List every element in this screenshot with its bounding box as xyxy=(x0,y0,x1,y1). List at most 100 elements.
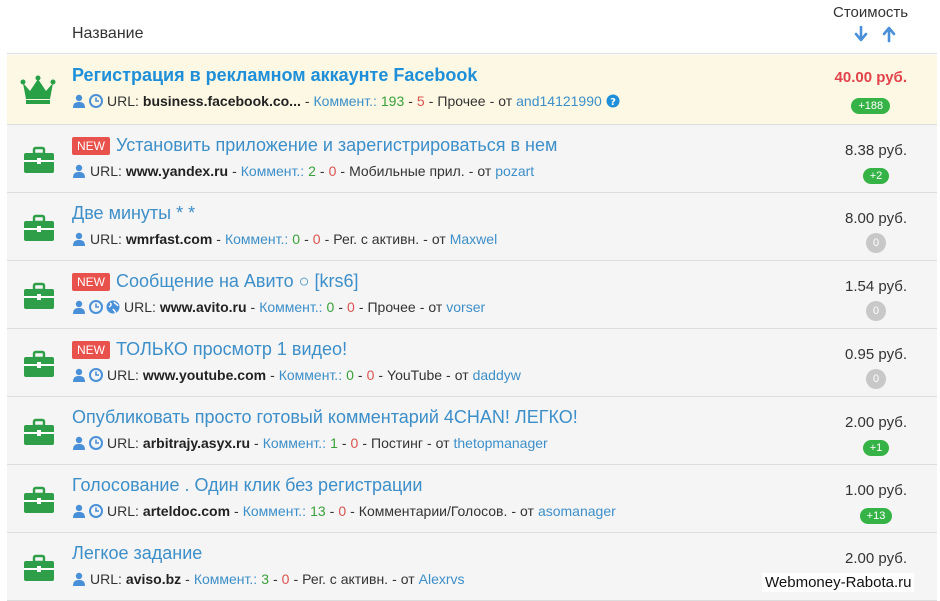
positive-count: 0 xyxy=(292,231,301,247)
task-title-link[interactable]: Опубликовать просто готовый комментарий … xyxy=(72,407,578,428)
comments-label[interactable]: Коммент.: xyxy=(263,435,326,451)
separator: - xyxy=(270,367,275,383)
author-link[interactable]: thetopmanager xyxy=(454,435,548,451)
clock-icon xyxy=(89,368,103,382)
author-link[interactable]: vorser xyxy=(446,299,485,315)
comments-label[interactable]: Коммент.: xyxy=(259,299,322,315)
separator: - xyxy=(216,231,221,247)
separator: - xyxy=(428,93,434,109)
separator: - xyxy=(304,231,309,247)
task-category: Прочее xyxy=(367,299,416,315)
task-title-link[interactable]: Установить приложение и зарегистрировать… xyxy=(116,135,557,156)
completed-count-badge: 0 xyxy=(866,369,887,389)
url-label: URL: xyxy=(90,571,122,587)
comments-label[interactable]: Коммент.: xyxy=(243,503,306,519)
from-label: от xyxy=(454,367,469,383)
task-category: Прочее xyxy=(437,93,486,109)
separator: - xyxy=(338,299,344,315)
task-category: Рег. с активн. xyxy=(333,231,420,247)
comments-label[interactable]: Коммент.: xyxy=(225,231,288,247)
sort-asc-arrow-icon[interactable] xyxy=(881,25,897,43)
task-title-link[interactable]: Легкое задание xyxy=(72,543,202,564)
briefcase-icon xyxy=(22,281,56,311)
task-category: Мобильные прил. xyxy=(349,163,465,179)
task-meta: URL: business.facebook.co... - Коммент.: 193… xyxy=(72,93,620,109)
task-price: 1.00 руб. xyxy=(845,482,907,499)
task-url: aviso.bz xyxy=(125,571,182,587)
separator: - xyxy=(419,299,425,315)
separator: - xyxy=(358,299,364,315)
completed-count-badge: +1 xyxy=(862,440,890,456)
comments-label[interactable]: Коммент.: xyxy=(194,571,257,587)
user-icon xyxy=(72,164,86,178)
positive-count: 1 xyxy=(330,435,338,451)
negative-count: 0 xyxy=(312,231,321,247)
author-link[interactable]: asomanager xyxy=(538,503,616,519)
task-list: Регистрация в рекламном аккаунте Faceboo… xyxy=(7,55,937,601)
separator: - xyxy=(446,367,451,383)
separator: - xyxy=(254,435,259,451)
positive-count: 13 xyxy=(310,503,326,519)
task-category: YouTube xyxy=(387,367,443,383)
task-url: business.facebook.co... xyxy=(142,93,301,109)
briefcase-icon xyxy=(22,553,56,583)
positive-count: 3 xyxy=(261,571,269,587)
task-title-line: Две минуты * * xyxy=(72,203,195,224)
author-link[interactable]: Maxwel xyxy=(450,231,497,247)
new-badge: NEW xyxy=(72,272,110,291)
url-label: URL: xyxy=(90,163,122,179)
task-price: 2.00 руб. xyxy=(845,414,907,431)
url-label: URL: xyxy=(107,435,139,451)
task-meta: URL: www.youtube.com - Коммент.: 0-0- YouTube… xyxy=(72,367,521,383)
task-price: 40.00 руб. xyxy=(834,69,907,86)
comments-label[interactable]: Коммент.: xyxy=(241,163,304,179)
task-title-link[interactable]: Регистрация в рекламном аккаунте Faceboo… xyxy=(72,65,477,86)
separator: - xyxy=(293,571,299,587)
task-url: www.avito.ru xyxy=(159,299,247,315)
separator: - xyxy=(378,367,384,383)
from-label: от xyxy=(520,503,534,519)
positive-count: 0 xyxy=(326,299,335,315)
user-icon xyxy=(72,368,86,382)
task-meta: URL: www.yandex.ru - Коммент.: 2-0- Мобильные… xyxy=(72,163,534,179)
separator: - xyxy=(468,163,474,179)
url-label: URL: xyxy=(107,367,139,383)
author-link[interactable]: pozart xyxy=(495,163,534,179)
separator: - xyxy=(350,503,355,519)
separator: - xyxy=(357,367,363,383)
separator: - xyxy=(319,163,325,179)
separator: - xyxy=(234,503,239,519)
separator: - xyxy=(250,299,256,315)
task-price: 2.00 руб. xyxy=(845,550,907,567)
briefcase-icon xyxy=(22,417,56,447)
negative-count: 0 xyxy=(366,367,375,383)
task-row: Регистрация в рекламном аккаунте Faceboo… xyxy=(7,55,937,125)
help-icon[interactable]: ? xyxy=(606,94,620,108)
url-label: URL: xyxy=(124,299,156,315)
comments-label[interactable]: Коммент.: xyxy=(314,93,377,109)
task-title-link[interactable]: Сообщение на Авито ○ [krs6] xyxy=(116,271,358,292)
task-title-link[interactable]: Голосование . Один клик без регистрации xyxy=(72,475,422,496)
separator: - xyxy=(304,93,310,109)
positive-count: 0 xyxy=(346,367,354,383)
user-icon xyxy=(72,300,86,314)
from-label: от xyxy=(498,93,513,109)
sort-desc-arrow-icon[interactable] xyxy=(853,25,869,43)
author-link[interactable]: and14121990 xyxy=(516,93,602,109)
globe-icon xyxy=(106,300,120,314)
from-label: от xyxy=(400,571,415,587)
briefcase-icon xyxy=(22,485,56,515)
comments-label[interactable]: Коммент.: xyxy=(279,367,342,383)
task-title-link[interactable]: ТОЛЬКО просмотр 1 видео! xyxy=(116,339,347,360)
author-link[interactable]: daddyw xyxy=(473,367,521,383)
task-price: 0.95 руб. xyxy=(845,346,907,363)
separator: - xyxy=(489,93,495,109)
author-link[interactable]: Alexrvs xyxy=(419,571,465,587)
task-title-line: NEW ТОЛЬКО просмотр 1 видео! xyxy=(72,339,347,360)
url-label: URL: xyxy=(107,93,139,109)
from-label: от xyxy=(435,435,450,451)
completed-count-badge: +2 xyxy=(862,168,890,184)
task-meta: URL: wmrfast.com - Коммент.: 0-0- Рег. с акти… xyxy=(72,231,497,247)
table-header: Название Стоимость xyxy=(7,0,937,54)
task-title-link[interactable]: Две минуты * * xyxy=(72,203,195,224)
